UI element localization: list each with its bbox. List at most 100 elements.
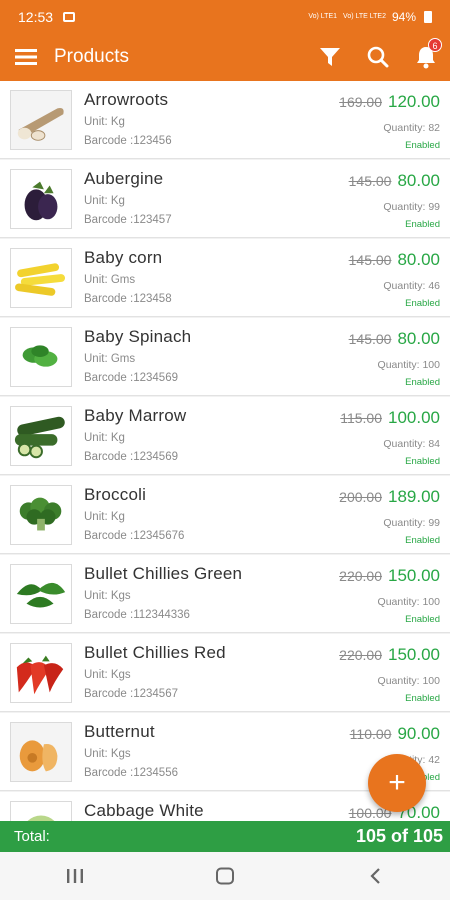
product-status: Enabled (405, 219, 440, 230)
product-status: Enabled (405, 456, 440, 467)
search-icon (367, 46, 389, 68)
product-name: Arrowroots (84, 90, 169, 109)
product-row[interactable]: Broccoli Unit: Kg Barcode :12345676 200.… (0, 476, 450, 554)
product-barcode: Barcode :1234569 (84, 372, 178, 384)
product-barcode: Barcode :123457 (84, 214, 172, 226)
product-image (10, 327, 72, 387)
sale-price: 80.00 (397, 250, 440, 269)
product-quantity: Quantity: 46 (383, 280, 440, 292)
product-row[interactable]: Bullet Chillies Green Unit: Kgs Barcode … (0, 555, 450, 633)
original-price: 145.00 (348, 252, 392, 268)
network-2-label: Vo) LTE LTE2 (343, 13, 386, 20)
product-unit: Unit: Kg (84, 432, 125, 444)
price-group: 200.00 189.00 (339, 487, 440, 507)
price-group: 145.00 80.00 (349, 171, 440, 191)
product-unit: Unit: Kgs (84, 748, 131, 760)
product-image (10, 90, 72, 150)
product-image (10, 722, 72, 782)
price-group: 110.00 90.00 (350, 724, 440, 744)
product-unit: Unit: Kg (84, 511, 125, 523)
product-name: Broccoli (84, 485, 147, 504)
message-icon (63, 11, 76, 22)
product-status: Enabled (405, 298, 440, 309)
sale-price: 150.00 (388, 645, 440, 664)
original-price: 169.00 (339, 94, 382, 110)
status-time: 12:53 (18, 8, 54, 25)
home-button[interactable] (195, 856, 255, 896)
search-button[interactable] (354, 33, 402, 81)
recent-apps-icon (67, 869, 83, 883)
product-quantity: Quantity: 84 (383, 438, 440, 450)
product-name: Bullet Chillies Green (84, 564, 243, 583)
original-price: 220.00 (339, 647, 382, 663)
sale-price: 100.00 (388, 408, 440, 427)
back-icon (370, 868, 380, 884)
product-image (10, 564, 72, 624)
product-image (10, 485, 72, 545)
product-name: Butternut (84, 722, 155, 741)
price-group: 220.00 150.00 (339, 645, 440, 665)
product-status: Enabled (405, 614, 440, 625)
product-unit: Unit: Kg (84, 116, 125, 128)
product-barcode: Barcode :1234567 (84, 688, 178, 700)
total-bar: Total: 105 of 105 (0, 821, 450, 852)
product-quantity: Quantity: 82 (383, 122, 440, 134)
product-list[interactable]: Arrowroots Unit: Kg Barcode :123456 169.… (0, 81, 450, 821)
product-row[interactable]: Baby Spinach Unit: Gms Barcode :1234569 … (0, 318, 450, 396)
filter-icon (320, 48, 340, 66)
product-unit: Unit: Kgs (84, 669, 131, 681)
total-label: Total: (14, 828, 50, 845)
original-price: 145.00 (348, 331, 392, 347)
product-name: Baby Spinach (84, 327, 192, 346)
notifications-button[interactable]: 6 (402, 33, 450, 81)
product-row[interactable]: Baby Marrow Unit: Kg Barcode :1234569 11… (0, 397, 450, 475)
product-image (10, 406, 72, 466)
product-name: Bullet Chillies Red (84, 643, 226, 662)
price-group: 115.00 100.00 (340, 408, 440, 428)
sale-price: 189.00 (388, 487, 440, 506)
product-barcode: Barcode :123456 (84, 135, 172, 147)
plus-icon: + (388, 766, 406, 799)
menu-button[interactable] (0, 33, 52, 81)
product-name: Aubergine (84, 169, 164, 188)
product-unit: Unit: Gms (84, 274, 136, 286)
product-status: Enabled (405, 140, 440, 151)
back-button[interactable] (345, 856, 405, 896)
original-price: 145.00 (348, 173, 392, 189)
product-row[interactable]: Bullet Chillies Red Unit: Kgs Barcode :1… (0, 634, 450, 712)
system-nav-bar (0, 852, 450, 900)
original-price: 110.00 (349, 726, 392, 742)
app-bar: Products 6 (0, 33, 450, 81)
product-image (10, 643, 72, 703)
product-image (10, 248, 72, 308)
product-status: Enabled (405, 693, 440, 704)
original-price: 115.00 (340, 410, 382, 426)
status-bar: 12:53 Vo) LTE1 Vo) LTE LTE2 94% (0, 0, 450, 33)
add-product-button[interactable]: + (368, 754, 426, 812)
product-row[interactable]: Arrowroots Unit: Kg Barcode :123456 169.… (0, 81, 450, 159)
original-price: 200.00 (339, 489, 382, 505)
product-name: Cabbage White (84, 801, 204, 820)
filter-button[interactable] (306, 33, 354, 81)
product-image (10, 801, 72, 821)
product-row[interactable]: Baby corn Unit: Gms Barcode :123458 145.… (0, 239, 450, 317)
product-quantity: Quantity: 99 (383, 517, 440, 529)
home-icon (216, 867, 234, 885)
product-image (10, 169, 72, 229)
menu-icon (15, 49, 37, 65)
battery-level: 94% (391, 9, 416, 24)
total-count: 105 of 105 (355, 826, 443, 846)
price-group: 145.00 80.00 (349, 329, 440, 349)
product-barcode: Barcode :1234556 (84, 767, 178, 779)
recent-apps-button[interactable] (45, 856, 105, 896)
product-quantity: Quantity: 100 (377, 596, 440, 608)
page-title: Products (54, 46, 129, 67)
product-barcode: Barcode :12345676 (84, 530, 185, 542)
product-barcode: Barcode :112344336 (84, 609, 190, 621)
product-status: Enabled (405, 535, 440, 546)
product-status: Enabled (405, 377, 440, 388)
product-barcode: Barcode :123458 (84, 293, 172, 305)
product-name: Baby corn (84, 248, 163, 267)
price-group: 145.00 80.00 (349, 250, 440, 270)
product-row[interactable]: Aubergine Unit: Kg Barcode :123457 145.0… (0, 160, 450, 238)
